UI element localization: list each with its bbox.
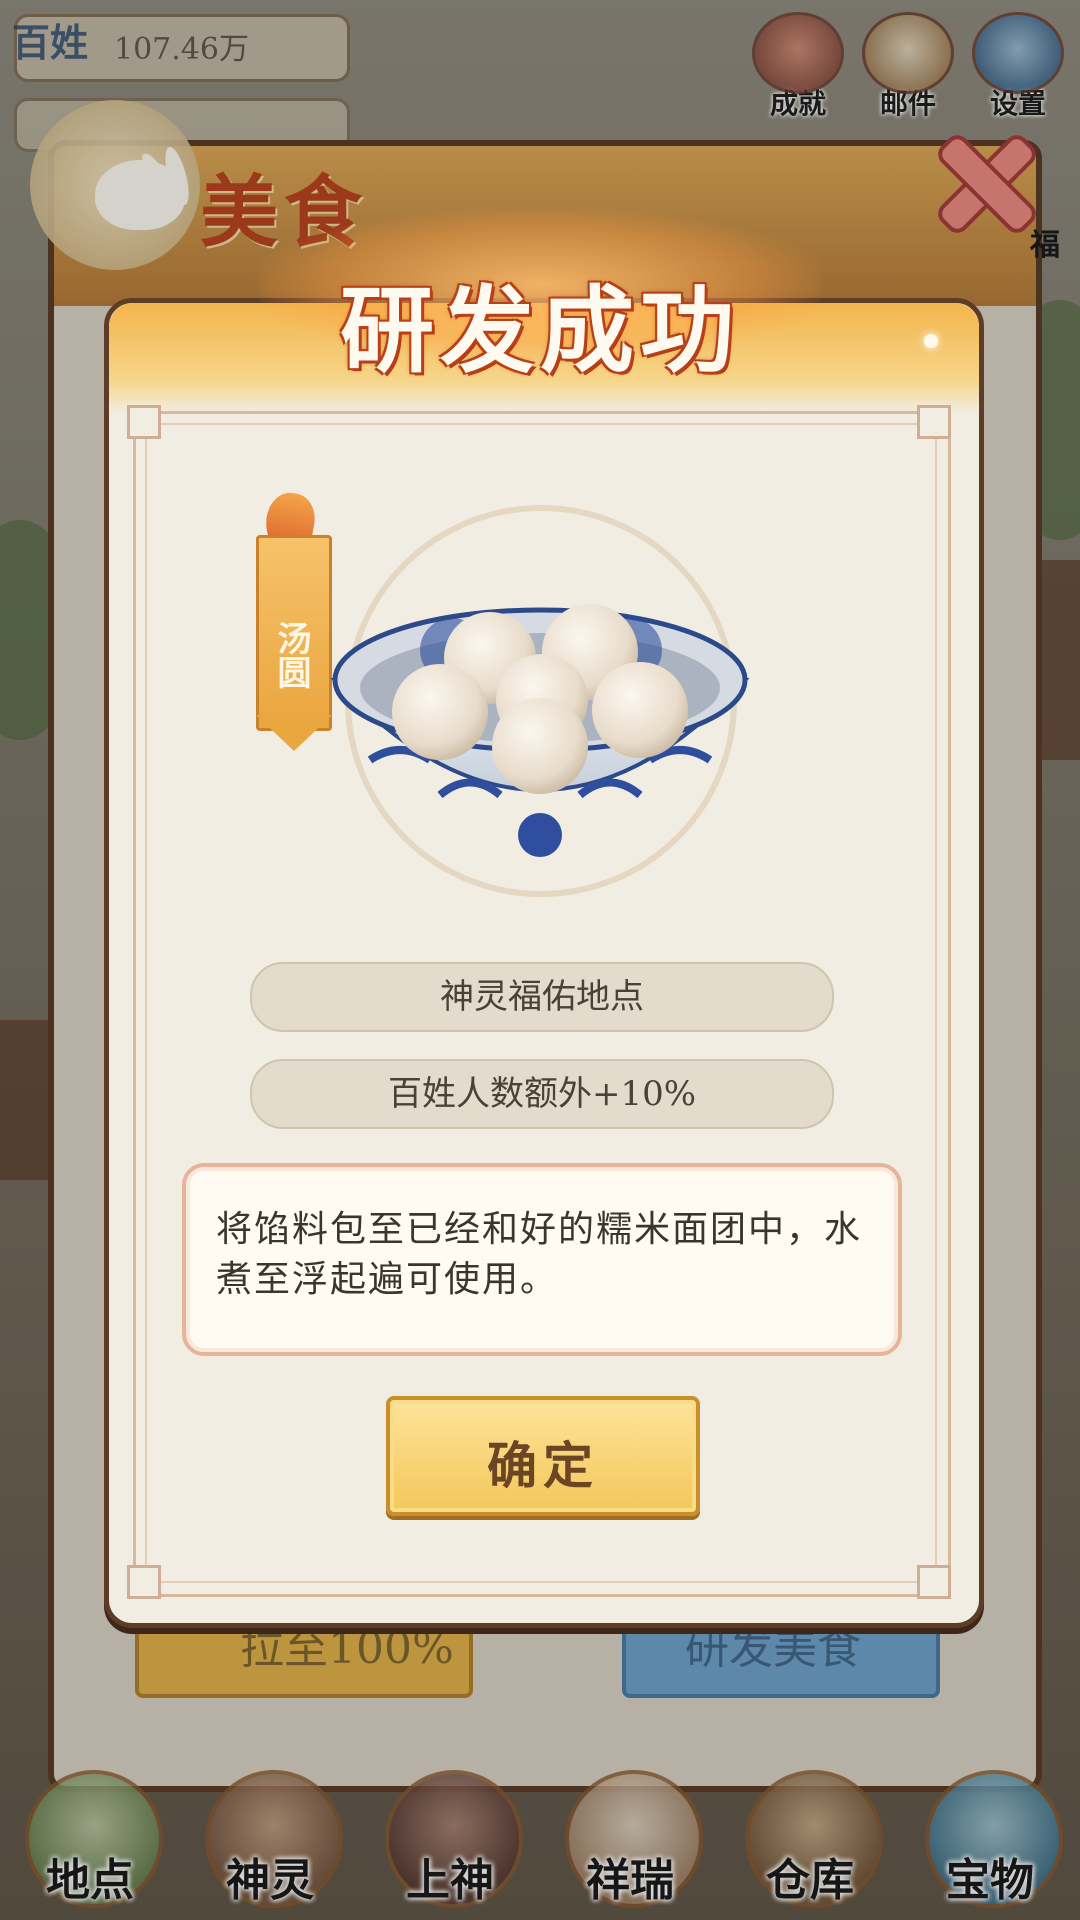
frame-corner bbox=[127, 405, 161, 439]
tangyuan-bowl-icon bbox=[330, 604, 750, 857]
food-name-tag: 汤圆 bbox=[256, 489, 332, 755]
sparkle-icon bbox=[924, 334, 938, 348]
confirm-button[interactable]: 确定 bbox=[386, 1396, 700, 1516]
confirm-button-label: 确定 bbox=[487, 1436, 599, 1495]
frame-corner bbox=[917, 405, 951, 439]
effect-target-pill: 神灵福佑地点 bbox=[250, 962, 834, 1032]
modal-title: 研发成功 bbox=[339, 276, 740, 386]
food-description: 将馅料包至已经和好的糯米面团中，水煮至浮起遍可使用。 bbox=[216, 1209, 863, 1300]
effect-value-pill: 百姓人数额外+10% bbox=[250, 1059, 834, 1129]
tag-tip bbox=[256, 715, 332, 751]
frame-corner bbox=[917, 1565, 951, 1599]
frame-corner bbox=[127, 1565, 161, 1599]
food-name: 汤圆 bbox=[271, 621, 311, 689]
